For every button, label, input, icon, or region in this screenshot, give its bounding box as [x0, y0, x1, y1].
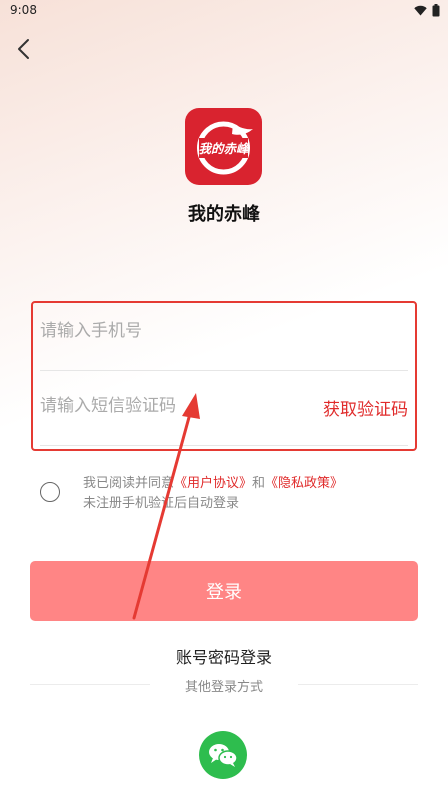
status-time: 9:08: [10, 3, 37, 17]
status-bar: 9:08: [0, 0, 448, 22]
password-login-link[interactable]: 账号密码登录: [0, 644, 448, 668]
code-field: 获取验证码: [40, 375, 408, 446]
chevron-left-icon: [18, 39, 29, 59]
privacy-policy-link[interactable]: 《隐私政策》: [265, 476, 343, 491]
back-button[interactable]: [12, 36, 38, 62]
logo-text: 我的赤峰: [198, 141, 250, 156]
agreement-note: 未注册手机验证后自动登录: [83, 496, 240, 511]
battery-icon: [432, 4, 440, 17]
divider-line-right: [298, 684, 418, 685]
agreement-checkbox[interactable]: [40, 482, 60, 502]
wifi-icon: [414, 5, 427, 16]
agreement-text: 我已阅读并同意《用户协议》和《隐私政策》 未注册手机验证后自动登录: [83, 474, 343, 514]
wechat-icon: [209, 744, 238, 767]
sms-code-input[interactable]: [40, 393, 300, 419]
other-login-label: 其他登录方式: [184, 680, 263, 695]
agreement-prefix: 我已阅读并同意: [83, 476, 175, 491]
app-logo: 我的赤峰: [185, 108, 262, 185]
phone-input[interactable]: [40, 318, 300, 344]
get-code-button[interactable]: 获取验证码: [323, 395, 408, 420]
agreement-and: 和: [252, 476, 266, 491]
phone-field: [40, 300, 408, 371]
status-icons: [414, 4, 440, 17]
wechat-login-button[interactable]: [199, 731, 247, 779]
other-login-divider: 其他登录方式: [30, 676, 418, 695]
user-agreement-link[interactable]: 《用户协议》: [174, 476, 252, 491]
login-button[interactable]: 登录: [30, 561, 418, 621]
app-name: 我的赤峰: [188, 204, 260, 225]
